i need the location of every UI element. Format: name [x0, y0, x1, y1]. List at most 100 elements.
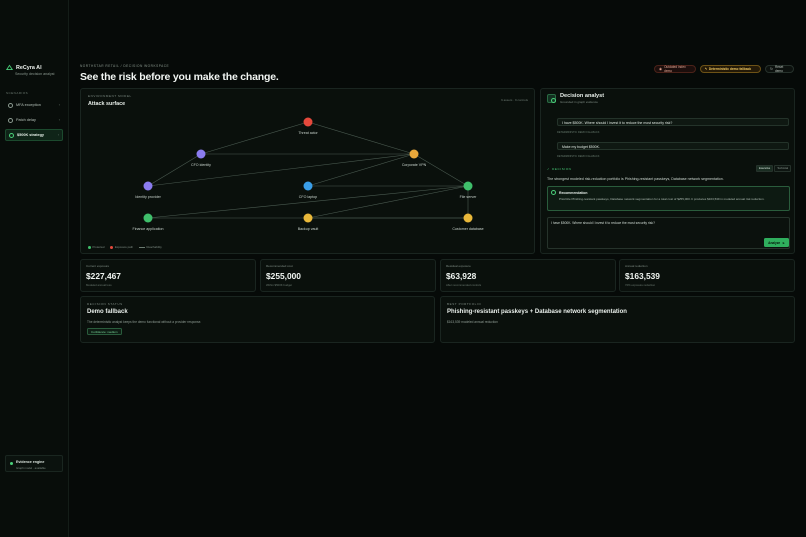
- node-label: CFO identity: [191, 163, 211, 167]
- legend-protected: Protected: [88, 245, 104, 249]
- decision-label-text: DECISION: [552, 167, 572, 171]
- metric-label: Recommended cost: [266, 264, 293, 268]
- graph-edge: [307, 153, 415, 187]
- button-label: Deterministic demo fallback: [708, 67, 752, 71]
- question-input-box: Analyze ➤: [547, 217, 790, 249]
- shield-icon: [8, 102, 13, 108]
- button-label: Analyze: [768, 240, 781, 245]
- best-portfolio-panel: BEST PORTFOLIO Phishing-resistant passke…: [440, 296, 795, 343]
- legend-swatch: [110, 245, 114, 249]
- check-icon: ✓: [547, 167, 551, 171]
- message-meta: DETERMINISTIC DEMO FALLBACK: [557, 155, 600, 158]
- tab-executive[interactable]: Executive: [756, 165, 774, 172]
- deterministic-fallback-button[interactable]: ϟ Deterministic demo fallback: [700, 65, 761, 73]
- recommendation-title: Recommendation: [559, 191, 588, 195]
- sidebar: ReCyra AI Security decision analyst SCEN…: [0, 0, 69, 537]
- evidence-engine-status: Evidence engine Graph model · available: [5, 455, 63, 472]
- metric-value: $163,539: [625, 271, 660, 281]
- metric-label: Current exposure: [86, 264, 110, 268]
- node-cfo-identity[interactable]: [196, 149, 206, 159]
- outdated-index-demo-button[interactable]: ◉ Outdated index demo: [654, 65, 696, 73]
- best-portfolio-text: $163,539 modeled annual reduction: [447, 320, 498, 324]
- sidebar-item-500k-strategy[interactable]: $500K strategy ›: [5, 129, 63, 141]
- node-label: CFO laptop: [299, 195, 317, 199]
- view-tabs: Executive Technical: [756, 165, 792, 172]
- metric-label: Annual reduction: [625, 264, 648, 268]
- sidebar-item-label: Patch delay: [16, 118, 36, 122]
- asset-count: 9 assets · 9 controls: [501, 98, 528, 102]
- refresh-icon: ↻: [770, 67, 773, 71]
- node-label: Backup vault: [298, 227, 319, 231]
- node-threat-actor[interactable]: [303, 117, 313, 127]
- analyst-icon: [547, 94, 556, 103]
- analyst-title: Decision analyst: [560, 93, 605, 99]
- metric-value: $227,467: [86, 271, 121, 281]
- node-backup-vault[interactable]: [303, 213, 313, 223]
- attack-graph: Threat actor CFO identity Corporate VPN …: [133, 117, 484, 231]
- analyze-button[interactable]: Analyze ➤: [764, 238, 789, 247]
- node-label: Finance application: [133, 227, 164, 231]
- graph-edge: [413, 153, 469, 187]
- decision-status-panel: DECISION STATUS Demo fallback The determ…: [80, 296, 435, 343]
- graph-edge: [147, 185, 469, 219]
- send-icon: ➤: [782, 240, 785, 245]
- brand-name: ReCyra AI: [16, 64, 42, 71]
- button-label: Reset demo: [774, 65, 784, 73]
- metric-subtext: After recommended controls: [446, 283, 482, 287]
- decision-status-label: DECISION STATUS: [87, 302, 123, 306]
- legend-label: Protected: [92, 245, 105, 249]
- tab-technical[interactable]: Technical: [774, 165, 792, 172]
- metric-recommended-cost: Recommended cost $255,000 Within $500K b…: [260, 259, 436, 292]
- attack-surface-title: Attack surface: [88, 101, 126, 107]
- confidence-badge: Confidence: medium: [87, 328, 122, 335]
- metric-current-exposure: Current exposure $227,467 Modeled annual…: [80, 259, 256, 292]
- message-meta: DETERMINISTIC DEMO FALLBACK: [557, 131, 600, 134]
- graph-edge: [307, 185, 469, 219]
- legend-exposure: Exposure path: [110, 245, 133, 249]
- legend-label: Reachability: [146, 245, 162, 249]
- metric-subtext: Within $500K budget: [266, 283, 292, 287]
- attack-surface-panel: Threat actor CFO identity Corporate VPN …: [80, 88, 535, 254]
- node-label: Customer database: [452, 227, 483, 231]
- breadcrumb: NORTHSTAR RETAIL / DECISION WORKSPACE: [80, 64, 170, 68]
- sidebar-item-label: $500K strategy: [17, 133, 45, 137]
- decision-analyst-panel: Decision analyst Grounded in graph evide…: [540, 88, 795, 254]
- graph-edge: [307, 121, 415, 155]
- node-label: Corporate VPN: [402, 163, 427, 167]
- node-corporate-vpn[interactable]: [409, 149, 419, 159]
- user-message: Make my budget $500K.: [557, 142, 789, 150]
- graph-edge: [200, 121, 309, 155]
- metric-annual-reduction: Annual reduction $163,539 72% exposure r…: [619, 259, 795, 292]
- decision-status-title: Demo fallback: [87, 309, 128, 315]
- evidence-title: Evidence engine: [16, 460, 45, 464]
- metric-subtext: Modeled annual loss: [86, 283, 112, 287]
- evidence-subtitle: Graph model · available: [16, 466, 46, 470]
- sidebar-item-patch-delay[interactable]: Patch delay ›: [5, 114, 63, 126]
- sidebar-item-mfa-exception[interactable]: MFA exception ›: [5, 99, 63, 111]
- user-message: I have $500K. Where should I invest it t…: [557, 118, 789, 126]
- node-cfo-laptop[interactable]: [303, 181, 313, 191]
- node-file-server[interactable]: [463, 181, 473, 191]
- button-label: Outdated index demo: [664, 65, 686, 73]
- recommendation-text: Prioritize Phishing-resistant passkeys, …: [559, 197, 765, 201]
- clock-icon: [8, 117, 13, 123]
- metric-value: $255,000: [266, 271, 301, 281]
- question-input[interactable]: [551, 221, 787, 233]
- environment-model-label: ENVIRONMENT MODEL: [88, 94, 132, 98]
- scenarios-label: SCENARIOS: [6, 91, 29, 95]
- best-portfolio-title: Phishing-resistant passkeys + Database n…: [447, 309, 627, 315]
- bolt-icon: ϟ: [705, 67, 707, 71]
- node-identity-provider[interactable]: [143, 181, 153, 191]
- decision-status-text: The deterministic analyst keeps the demo…: [87, 320, 202, 324]
- metric-value: $63,928: [446, 271, 477, 281]
- node-finance-application[interactable]: [143, 213, 153, 223]
- decision-summary: The strongest modeled risk-reduction por…: [547, 177, 724, 181]
- node-label: File server: [460, 195, 478, 199]
- metric-label: Residual exposure: [446, 264, 471, 268]
- reset-demo-button[interactable]: ↻ Reset demo: [765, 65, 794, 73]
- node-customer-database[interactable]: [463, 213, 473, 223]
- metric-residual-exposure: Residual exposure $63,928 After recommen…: [440, 259, 616, 292]
- page-title: See the risk before you make the change.: [80, 71, 279, 83]
- status-dot: [10, 462, 13, 465]
- alert-icon: ◉: [659, 67, 663, 71]
